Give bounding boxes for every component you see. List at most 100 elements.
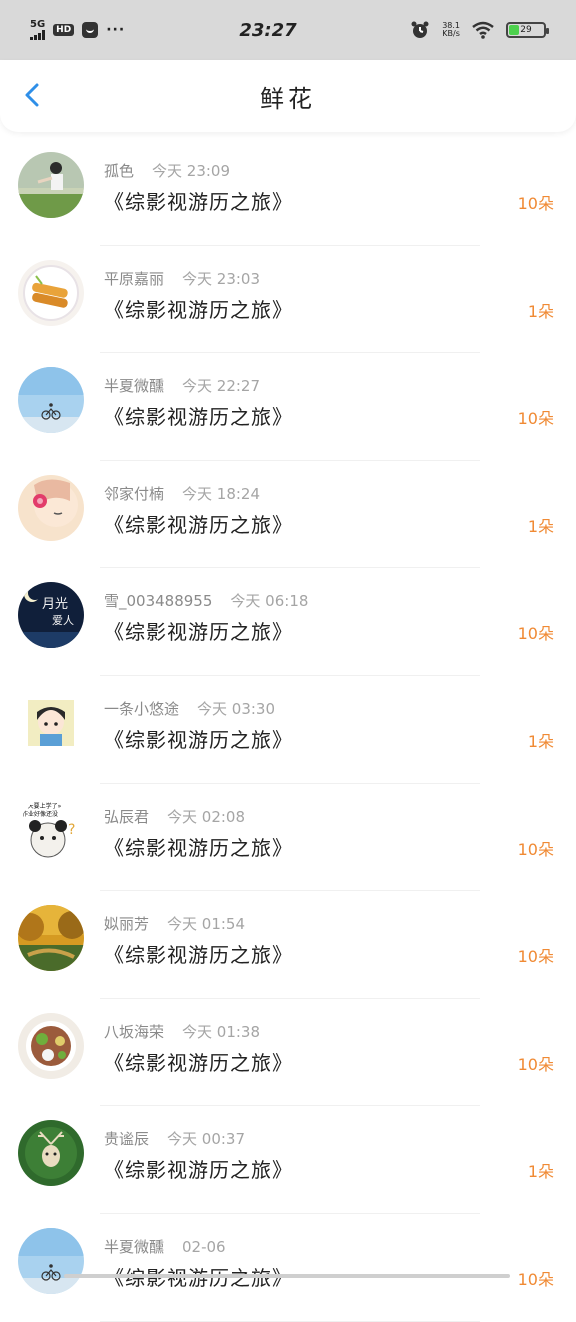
flower-count: 10朵 <box>518 1051 554 1075</box>
book-title[interactable]: 《综影视游历之旅》 <box>104 724 293 753</box>
user-meta: 贵谧辰今天 00:37 <box>104 1128 245 1149</box>
list-item[interactable]: 平原嘉丽今天 23:03《综影视游历之旅》1朵 <box>0 246 576 354</box>
gift-time: 02-06 <box>182 1238 226 1256</box>
hd-icon: HD <box>53 24 74 36</box>
divider <box>100 1321 480 1322</box>
avatar-sky-bicycle <box>18 367 84 433</box>
page-title: 鲜花 <box>260 79 316 114</box>
user-name[interactable]: 弘辰君 <box>104 808 149 826</box>
user-name[interactable]: 一条小悠途 <box>104 700 179 718</box>
flower-count: 1朵 <box>528 728 554 752</box>
avatar[interactable] <box>18 905 84 971</box>
book-title[interactable]: 《综影视游历之旅》 <box>104 401 293 430</box>
list-item[interactable]: «天要上学了»作业好像还没? 弘辰君今天 02:08 《综影视游历之旅》 10朵 <box>0 784 576 892</box>
gift-time: 今天 01:54 <box>167 915 245 933</box>
gift-time: 今天 02:08 <box>167 808 245 826</box>
user-meta: 平原嘉丽今天 23:03 <box>104 268 260 289</box>
user-meta: 雪_003488955今天 06:18 <box>104 590 308 611</box>
list-item[interactable]: 半夏微醺今天 22:27《综影视游历之旅》10朵 <box>0 353 576 461</box>
flower-count: 10朵 <box>518 1266 554 1290</box>
chevron-left-icon <box>18 80 48 110</box>
list-item[interactable]: 半夏微醺02-06《综影视游历之旅》10朵 <box>0 1214 576 1322</box>
avatar[interactable] <box>18 152 84 218</box>
book-title[interactable]: 《综影视游历之旅》 <box>104 832 293 861</box>
gift-time: 今天 00:37 <box>167 1130 245 1148</box>
user-name[interactable]: 雪_003488955 <box>104 592 212 610</box>
user-name[interactable]: 半夏微醺 <box>104 377 164 395</box>
avatar-autumn-forest <box>18 905 84 971</box>
user-name[interactable]: 邻家付楠 <box>104 485 164 503</box>
avatar[interactable] <box>18 1013 84 1079</box>
user-name[interactable]: 半夏微醺 <box>104 1238 164 1256</box>
book-title[interactable]: 《综影视游历之旅》 <box>104 1047 293 1076</box>
back-button[interactable] <box>18 80 48 110</box>
user-name[interactable]: 贵谧辰 <box>104 1130 149 1148</box>
home-indicator[interactable] <box>64 1274 510 1278</box>
avatar[interactable] <box>18 690 84 756</box>
flower-count: 10朵 <box>518 190 554 214</box>
user-meta: 半夏微醺今天 22:27 <box>104 375 260 396</box>
network-type: 5G <box>30 20 45 30</box>
top-nav: 鲜花 <box>0 60 576 132</box>
book-title[interactable]: 《综影视游历之旅》 <box>104 509 293 538</box>
avatar-deer-forest <box>18 1120 84 1186</box>
list-item[interactable]: 月光爱人雪_003488955今天 06:18《综影视游历之旅》10朵 <box>0 568 576 676</box>
book-title[interactable]: 《综影视游历之旅》 <box>104 186 293 215</box>
avatar-person-field <box>18 152 84 218</box>
book-title[interactable]: 《综影视游历之旅》 <box>104 939 293 968</box>
flower-count: 10朵 <box>518 836 554 860</box>
svg-text:爱人: 爱人 <box>52 614 74 627</box>
flower-count: 10朵 <box>518 620 554 644</box>
flower-count: 10朵 <box>518 943 554 967</box>
gift-time: 今天 23:03 <box>182 270 260 288</box>
gift-time: 今天 03:30 <box>197 700 275 718</box>
avatar[interactable]: «天要上学了»作业好像还没? <box>18 798 84 864</box>
list-item[interactable]: 孤色今天 23:09 《综影视游历之旅》 10朵 <box>0 138 576 246</box>
list-item[interactable]: 姒丽芳今天 01:54 《综影视游历之旅》 10朵 <box>0 891 576 999</box>
book-title[interactable]: 《综影视游历之旅》 <box>104 1154 293 1183</box>
avatar[interactable] <box>18 367 84 433</box>
svg-text:月光: 月光 <box>42 597 68 612</box>
more-notifications-icon: ··· <box>106 22 125 38</box>
status-right: 38.1 KB/s 29 <box>346 20 546 40</box>
speed-unit: KB/s <box>442 30 460 38</box>
svg-text:«天要上学了»: «天要上学了» <box>24 802 62 810</box>
flower-gift-list[interactable]: 孤色今天 23:09《综影视游历之旅》10朵平原嘉丽今天 23:03《综影视游历… <box>0 138 576 1322</box>
network-speed: 38.1 KB/s <box>442 22 460 38</box>
signal-icon: 5G <box>30 20 45 40</box>
svg-text:作业好像还没: 作业好像还没 <box>22 810 58 818</box>
message-app-icon <box>82 22 98 38</box>
wifi-icon <box>472 21 494 39</box>
gift-time: 今天 23:09 <box>152 162 230 180</box>
avatar-food-bowl <box>18 1013 84 1079</box>
avatar[interactable] <box>18 1120 84 1186</box>
avatar-cartoon-girl <box>18 690 84 756</box>
user-name[interactable]: 八坂海荣 <box>104 1023 164 1041</box>
user-meta: 孤色今天 23:09 <box>104 160 230 181</box>
user-meta: 一条小悠途今天 03:30 <box>104 698 275 719</box>
clock: 23:27 <box>190 20 346 41</box>
avatar[interactable]: 月光爱人 <box>18 582 84 648</box>
user-name[interactable]: 孤色 <box>104 162 134 180</box>
book-title[interactable]: 《综影视游历之旅》 <box>104 616 293 645</box>
user-meta: 半夏微醺 02-06 <box>104 1236 226 1257</box>
list-item[interactable]: 邻家付楠今天 18:24《综影视游历之旅》1朵 <box>0 461 576 569</box>
list-item[interactable]: 贵谧辰今天 00:37《综影视游历之旅》1朵 <box>0 1106 576 1214</box>
user-name[interactable]: 姒丽芳 <box>104 915 149 933</box>
list-item[interactable]: 八坂海荣今天 01:38 《综影视游历之旅》 10朵 <box>0 999 576 1107</box>
battery-level: 29 <box>508 24 544 36</box>
gift-time: 今天 01:38 <box>182 1023 260 1041</box>
status-bar: 5G HD ··· 23:27 38.1 KB/s 29 <box>0 0 576 60</box>
user-meta: 邻家付楠今天 18:24 <box>104 483 260 504</box>
avatar[interactable] <box>18 260 84 326</box>
book-title[interactable]: 《综影视游历之旅》 <box>104 294 293 323</box>
user-name[interactable]: 平原嘉丽 <box>104 270 164 288</box>
avatar[interactable] <box>18 475 84 541</box>
avatar[interactable] <box>18 1228 84 1294</box>
user-meta: 姒丽芳今天 01:54 <box>104 913 245 934</box>
user-meta: 弘辰君今天 02:08 <box>104 806 245 827</box>
avatar-food-plate <box>18 260 84 326</box>
list-item[interactable]: 一条小悠途今天 03:30 《综影视游历之旅》 1朵 <box>0 676 576 784</box>
battery-icon: 29 <box>506 22 546 38</box>
avatar-panda-meme: «天要上学了»作业好像还没? <box>18 798 84 864</box>
